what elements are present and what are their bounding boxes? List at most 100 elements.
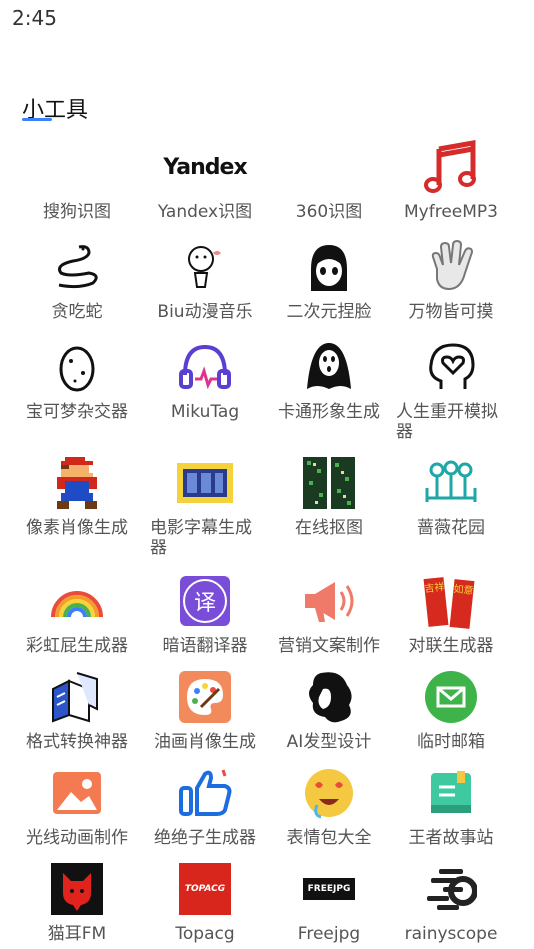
tool-oil-portrait[interactable]: 油画肖像生成: [140, 668, 270, 752]
topacg-logo: TOPACG: [176, 860, 234, 918]
tool-label: 对联生成器: [408, 636, 494, 656]
tool-label: 彩虹屁生成器: [26, 636, 128, 656]
tool-label: Freejpg: [297, 924, 361, 944]
tool-snake[interactable]: 贪吃蛇: [12, 238, 142, 322]
tool-label: 猫耳FM: [47, 924, 107, 944]
tool-label: MikuTag: [170, 402, 240, 422]
tool-360[interactable]: 360识图: [264, 138, 394, 222]
hand-icon: [422, 238, 480, 296]
tool-label: 营销文案制作: [278, 636, 380, 656]
image-icon: [48, 764, 106, 822]
thumbs-up-icon: [176, 764, 234, 822]
tool-subtitle[interactable]: 电影字幕生成器: [140, 454, 270, 558]
tool-cipher[interactable]: 译 暗语翻译器: [140, 572, 270, 656]
tool-rainbow[interactable]: 彩虹屁生成器: [12, 572, 142, 656]
topacg-logo-text: TOPACG: [184, 884, 226, 894]
palette-icon: [176, 668, 234, 726]
cat-ear-icon: [48, 860, 106, 918]
tool-label: AI发型设计: [286, 732, 372, 752]
tool-label: Biu动漫音乐: [157, 302, 253, 322]
tool-label: 表情包大全: [286, 828, 372, 848]
megaphone-icon: [300, 572, 358, 630]
tool-cartoon[interactable]: 卡通形象生成: [264, 338, 394, 422]
status-time: 2:45: [12, 6, 57, 30]
freejpg-logo: FREEJPG: [300, 860, 358, 918]
tool-juejuezi[interactable]: 绝绝子生成器: [140, 764, 270, 848]
tool-label: 暗语翻译器: [162, 636, 248, 656]
egg-icon: [48, 338, 106, 396]
yandex-logo-text: Yandex: [163, 154, 247, 180]
tool-life-restart[interactable]: 人生重开模拟器: [386, 338, 516, 442]
couplet-right: 如意: [449, 579, 475, 629]
tool-topacg[interactable]: TOPACG Topacg: [140, 860, 270, 944]
music-note-icon: [422, 138, 480, 196]
mail-icon: [422, 668, 480, 726]
anime-face-icon: [300, 238, 358, 296]
tool-label: 搜狗识图: [43, 202, 111, 222]
couplet-left: 吉祥: [423, 577, 449, 627]
tool-maoer-fm[interactable]: 猫耳FM: [12, 860, 142, 944]
tool-light-anim[interactable]: 光线动画制作: [12, 764, 142, 848]
snake-icon: [48, 238, 106, 296]
tool-label: 贪吃蛇: [51, 302, 103, 322]
yandex-logo: Yandex: [163, 138, 247, 196]
tool-label: 王者故事站: [408, 828, 494, 848]
tool-label: 光线动画制作: [26, 828, 128, 848]
tool-label: 二次元捏脸: [286, 302, 372, 322]
ghost-icon: [300, 338, 358, 396]
title-underline: [22, 118, 52, 121]
tool-rainyscope[interactable]: rainyscope: [386, 860, 516, 944]
rainbow-icon: [48, 572, 106, 630]
pixel-character-icon: [48, 454, 106, 512]
tool-anime-face[interactable]: 二次元捏脸: [264, 238, 394, 322]
blank-icon: [300, 138, 358, 196]
tool-label: 绝绝子生成器: [154, 828, 256, 848]
tool-couplet[interactable]: 吉祥 如意 对联生成器: [386, 572, 516, 656]
tool-mikutag[interactable]: MikuTag: [140, 338, 270, 422]
tool-label: 电影字幕生成器: [150, 518, 252, 558]
tool-label: 像素肖像生成: [26, 518, 128, 538]
tool-cutout[interactable]: 在线抠图: [264, 454, 394, 538]
tool-label: MyfreeMP3: [404, 202, 498, 222]
tool-label: Yandex识图: [157, 202, 253, 222]
tool-pokemon[interactable]: 宝可梦杂交器: [12, 338, 142, 422]
convert-icon: [48, 668, 106, 726]
tool-label: 360识图: [295, 202, 363, 222]
tool-label: rainyscope: [404, 924, 498, 944]
tool-myfreemp3[interactable]: MyfreeMP3: [386, 138, 516, 222]
translate-glyph: 译: [183, 579, 227, 623]
headphones-icon: [176, 338, 234, 396]
tool-label: 人生重开模拟器: [396, 402, 498, 442]
couplet-icon: 吉祥 如意: [422, 572, 480, 630]
film-strip-icon: [176, 454, 234, 512]
tool-biu[interactable]: Biu动漫音乐: [140, 238, 270, 322]
tool-label: 宝可梦杂交器: [26, 402, 128, 422]
tool-pixel[interactable]: 像素肖像生成: [12, 454, 142, 538]
translate-icon: 译: [176, 572, 234, 630]
tool-label: 卡通形象生成: [278, 402, 380, 422]
head-heart-icon: [422, 338, 480, 396]
tool-sogou[interactable]: 搜狗识图: [12, 138, 142, 222]
tool-freejpg[interactable]: FREEJPG Freejpg: [264, 860, 394, 944]
tool-yandex[interactable]: Yandex Yandex识图: [140, 138, 270, 223]
tool-king-story[interactable]: 王者故事站: [386, 764, 516, 848]
tool-temp-mail[interactable]: 临时邮箱: [386, 668, 516, 752]
film-grid-icon: [300, 454, 358, 512]
doodle-character-icon: [176, 238, 234, 296]
tool-label: 临时邮箱: [417, 732, 485, 752]
garden-icon: [422, 454, 480, 512]
tool-label: 蔷薇花园: [417, 518, 485, 538]
hairstyle-icon: [300, 668, 358, 726]
tool-marketing[interactable]: 营销文案制作: [264, 572, 394, 656]
tool-emoji[interactable]: 表情包大全: [264, 764, 394, 848]
emoji-icon: [300, 764, 358, 822]
freejpg-logo-text: FREEJPG: [307, 884, 351, 894]
tool-touch[interactable]: 万物皆可摸: [386, 238, 516, 322]
tool-format[interactable]: 格式转换神器: [12, 668, 142, 752]
tool-label: Topacg: [175, 924, 235, 944]
tool-label: 在线抠图: [295, 518, 363, 538]
book-icon: [422, 764, 480, 822]
tool-garden[interactable]: 蔷薇花园: [386, 454, 516, 538]
tool-hairstyle[interactable]: AI发型设计: [264, 668, 394, 752]
tool-label: 万物皆可摸: [408, 302, 494, 322]
